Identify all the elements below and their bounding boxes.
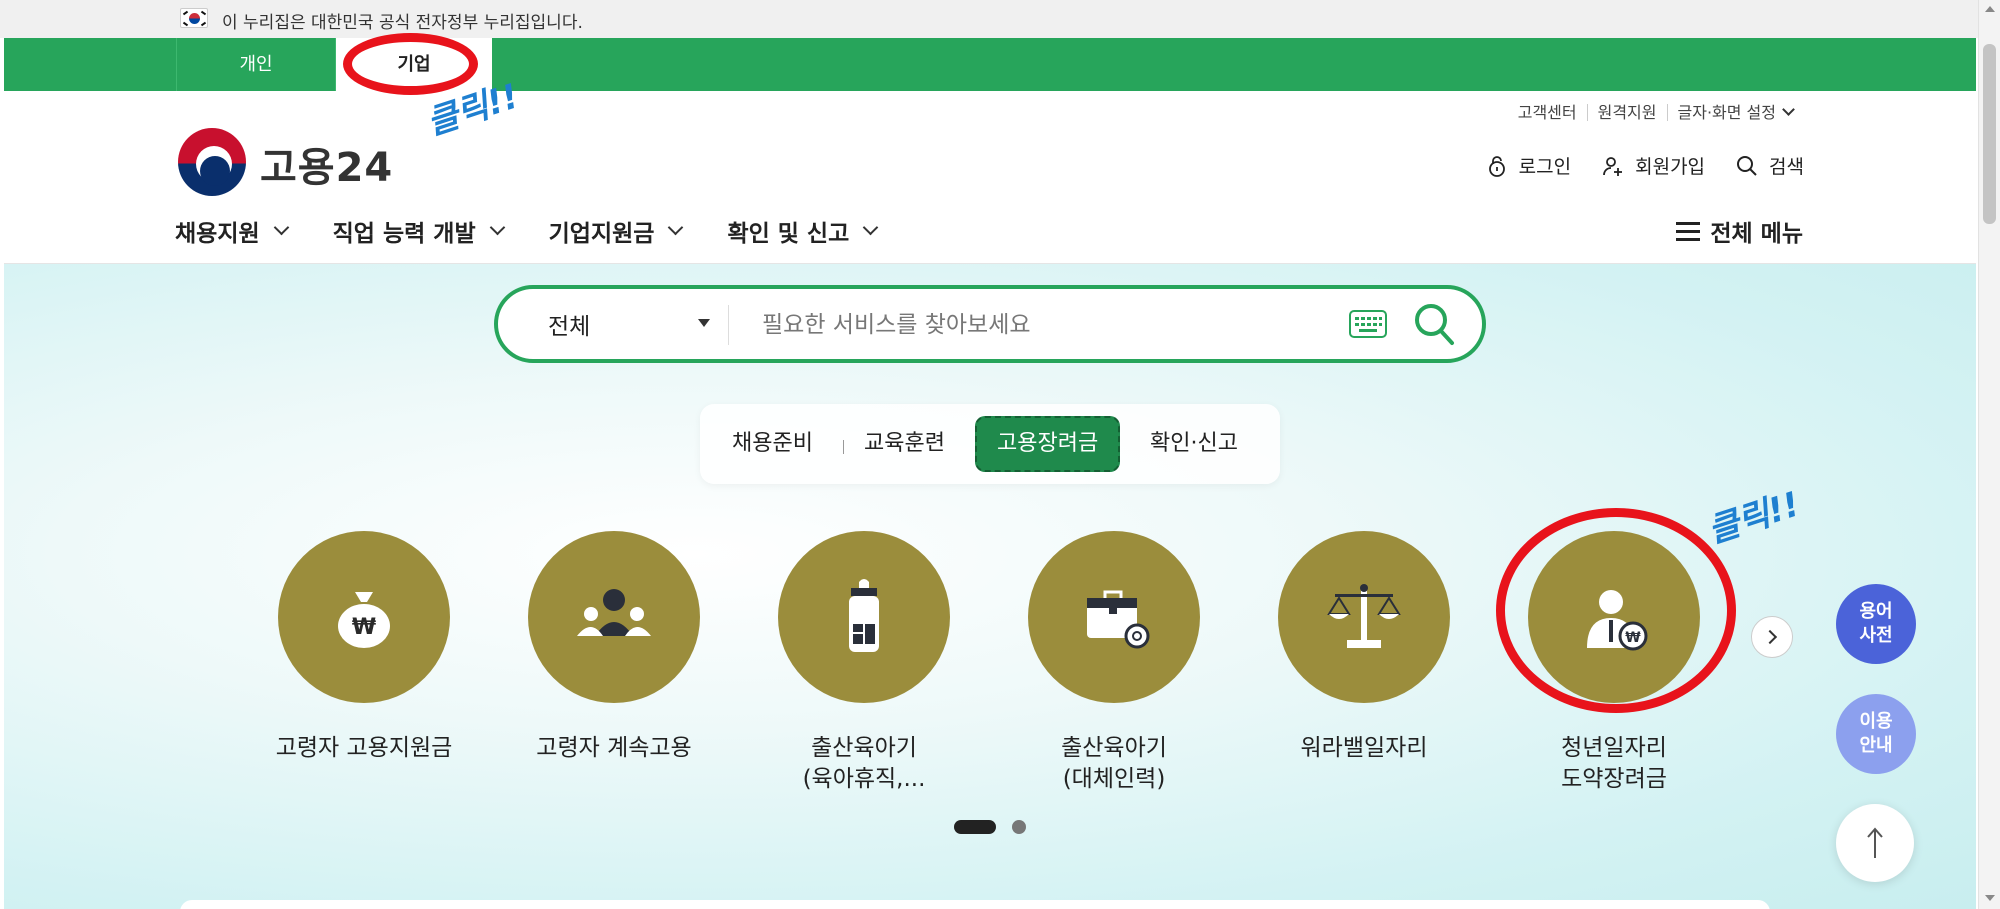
category-tabs: 채용준비 교육훈련 고용장려금 확인·신고 <box>700 404 1280 484</box>
chevron-down-icon <box>862 219 879 235</box>
divider <box>728 305 729 345</box>
scale-icon <box>1327 584 1401 648</box>
hamburger-icon <box>1676 221 1701 241</box>
service-circle[interactable] <box>1278 531 1450 703</box>
remote-support-link[interactable]: 원격지원 <box>1586 104 1667 121</box>
usage-guide-button[interactable]: 이용 안내 <box>1836 694 1916 774</box>
display-settings-link[interactable]: 글자·화면 설정 <box>1666 103 1804 122</box>
scroll-top-button[interactable] <box>1836 804 1914 882</box>
full-menu-button[interactable]: 전체 메뉴 <box>1676 214 1803 248</box>
audience-tab-bar: 개인 기업 <box>4 38 1976 91</box>
chevron-down-icon <box>273 219 289 235</box>
keyboard-icon[interactable] <box>1348 309 1388 339</box>
briefcase-icon <box>1087 590 1150 649</box>
login-label: 로그인 <box>1518 156 1572 178</box>
full-menu-label: 전체 메뉴 <box>1710 221 1803 247</box>
search-icon <box>1737 155 1757 176</box>
carousel-pagination <box>954 820 1026 834</box>
nav-company-subsidy-label: 기업지원금 <box>548 221 655 247</box>
scroll-up-icon[interactable] <box>1985 6 1995 12</box>
chevron-down-icon <box>668 219 684 235</box>
chevron-right-icon <box>1762 629 1778 645</box>
chevron-down-icon <box>1782 103 1795 116</box>
svg-text:₩: ₩ <box>352 615 376 640</box>
tab-employment-subsidy[interactable]: 고용장려금 <box>975 416 1121 472</box>
tab-personal[interactable]: 개인 <box>176 38 336 91</box>
customer-center-link[interactable]: 고객센터 <box>1508 104 1587 121</box>
service-label: 출산육아기 (대체인력) <box>1061 735 1167 792</box>
tab-confirm-report[interactable]: 확인·신고 <box>1150 424 1238 464</box>
service-item[interactable]: 출산육아기 (육아휴직,... <box>764 531 964 795</box>
pagination-dot[interactable] <box>1012 820 1026 834</box>
service-circle[interactable] <box>528 531 700 703</box>
gov-banner: 이 누리집은 대한민국 공식 전자정부 누리집입니다. <box>0 0 1978 38</box>
carousel-next-button[interactable] <box>1751 616 1793 658</box>
baby-bottle-icon <box>849 579 879 652</box>
service-label: 워라밸일자리 <box>1300 735 1428 761</box>
service-item[interactable]: 출산육아기 (대체인력) <box>1014 531 1214 795</box>
korea-flag-icon <box>180 8 208 28</box>
service-label: 고령자 계속고용 <box>536 735 692 761</box>
money-bag-icon: ₩ <box>338 592 390 648</box>
search-scope-select[interactable]: 전체 <box>548 307 590 341</box>
nav-recruitment[interactable]: 채용지원 <box>175 214 289 248</box>
signup-button[interactable]: 회원가입 <box>1601 152 1705 179</box>
global-nav: 채용지원 직업 능력 개발 기업지원금 확인 및 신고 <box>175 214 879 248</box>
utility-links: 고객센터 원격지원 글자·화면 설정 <box>1508 103 1804 122</box>
service-circle[interactable]: ₩ <box>278 531 450 703</box>
pagination-dot-active[interactable] <box>954 820 996 834</box>
caret-down-icon[interactable] <box>698 319 710 327</box>
annotation-circle-youth-service <box>1496 508 1736 713</box>
divider <box>843 440 844 454</box>
service-item[interactable]: ₩ 고령자 고용지원금 <box>264 531 464 764</box>
service-label: 고령자 고용지원금 <box>275 735 453 761</box>
user-add-icon <box>1603 156 1623 176</box>
service-label: 청년일자리 도약장려금 <box>1561 735 1667 792</box>
nav-company-subsidy[interactable]: 기업지원금 <box>548 214 684 248</box>
service-label: 출산육아기 (육아휴직,... <box>802 735 926 792</box>
logo-icon[interactable] <box>178 128 246 196</box>
glossary-button[interactable]: 용어 사전 <box>1836 584 1916 664</box>
service-circle[interactable] <box>1028 531 1200 703</box>
display-settings-label: 글자·화면 설정 <box>1677 103 1777 122</box>
nav-job-skills-label: 직업 능력 개발 <box>332 221 476 247</box>
nav-confirm-report[interactable]: 확인 및 신고 <box>727 214 879 248</box>
scrollbar-thumb[interactable] <box>1983 44 1996 224</box>
group-icon <box>577 589 651 636</box>
page-scrollbar[interactable] <box>1978 0 2000 909</box>
login-button[interactable]: 로그인 <box>1485 152 1571 179</box>
logo-text[interactable]: 고용24 <box>260 135 393 193</box>
nav-confirm-report-label: 확인 및 신고 <box>727 221 850 247</box>
search-submit-icon[interactable] <box>1412 301 1456 347</box>
tab-education[interactable]: 교육훈련 <box>864 424 945 464</box>
content-card-edge <box>180 900 1770 909</box>
service-item[interactable]: 워라밸일자리 <box>1264 531 1464 764</box>
search-input[interactable] <box>762 303 1322 347</box>
scroll-down-icon[interactable] <box>1985 895 1995 901</box>
tab-job-prep[interactable]: 채용준비 <box>732 424 813 464</box>
arrow-up-icon <box>1867 827 1883 858</box>
user-actions: 로그인 회원가입 검색 <box>1485 152 1804 179</box>
search-label: 검색 <box>1769 156 1804 178</box>
chevron-down-icon <box>489 219 505 235</box>
lock-icon <box>1488 155 1505 177</box>
service-circle[interactable] <box>778 531 950 703</box>
service-item[interactable]: 고령자 계속고용 <box>514 531 714 764</box>
nav-recruitment-label: 채용지원 <box>175 221 260 247</box>
search-button[interactable]: 검색 <box>1735 152 1804 179</box>
search-box: 전체 <box>494 285 1486 363</box>
signup-label: 회원가입 <box>1635 156 1706 178</box>
gov-banner-text: 이 누리집은 대한민국 공식 전자정부 누리집입니다. <box>222 13 583 33</box>
nav-job-skills[interactable]: 직업 능력 개발 <box>332 214 505 248</box>
